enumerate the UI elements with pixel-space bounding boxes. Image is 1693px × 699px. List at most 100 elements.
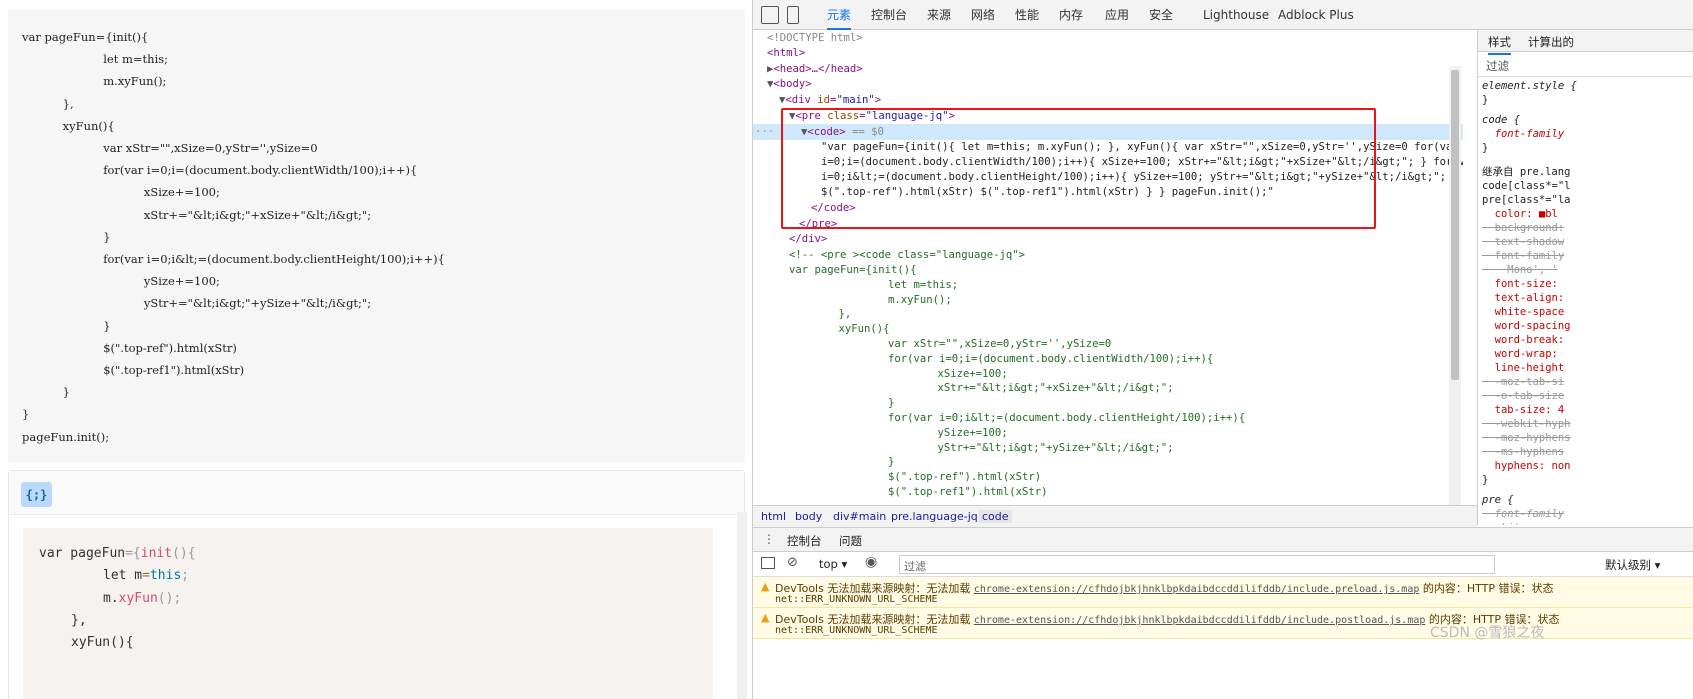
style-rule-line[interactable]: }	[1482, 142, 1488, 154]
tab-performance[interactable]: 性能	[1015, 0, 1039, 30]
comment-line: xyFun(){	[813, 323, 890, 336]
style-rule-line[interactable]: code[class*="l	[1482, 180, 1571, 192]
elements-scrollbar-thumb[interactable]	[1451, 70, 1459, 380]
dom-node[interactable]: <html>	[767, 47, 805, 59]
dom-node[interactable]: </div>	[789, 233, 827, 245]
devtools-tabbar: 元素 控制台 来源 网络 性能 内存 应用 安全 Lighthouse Adbl…	[753, 0, 1693, 30]
divider	[1478, 76, 1693, 77]
style-rule-line[interactable]: word-wrap:	[1482, 348, 1558, 360]
devtools-panel: 元素 控制台 来源 网络 性能 内存 应用 安全 Lighthouse Adbl…	[752, 0, 1693, 699]
style-rule-line[interactable]: code {	[1482, 114, 1520, 126]
code-line: }	[74, 318, 111, 333]
style-rule-line[interactable]: line-height	[1482, 362, 1565, 374]
tab-elements[interactable]: 元素	[827, 0, 852, 30]
dom-node[interactable]: <!DOCTYPE html>	[767, 32, 863, 44]
warning-detail: net::ERR_UNKNOWN_URL_SCHEME	[775, 594, 938, 605]
tab-lighthouse[interactable]: Lighthouse	[1203, 0, 1269, 30]
clear-console-icon[interactable]: ⊘	[787, 555, 798, 570]
code-line: xStr+="&lt;i&gt;"+xSize+"&lt;/i&gt;";	[100, 207, 372, 222]
style-rule-line[interactable]: tab-size: 4	[1482, 404, 1565, 416]
console-filter-input[interactable]: 过滤	[899, 555, 1495, 574]
tab-application[interactable]: 应用	[1105, 0, 1129, 30]
comment-line: $(".top-ref").html(xStr)	[837, 471, 1042, 484]
tab-sources[interactable]: 来源	[927, 0, 951, 30]
page-scrollbar[interactable]	[737, 512, 747, 699]
style-rule-line[interactable]: font-family	[1482, 250, 1565, 262]
tab-adblock-plus[interactable]: Adblock Plus	[1278, 0, 1354, 30]
comment-line: },	[813, 308, 852, 321]
style-rule-line[interactable]: -moz-hyphens	[1482, 432, 1571, 444]
style-rule-line[interactable]: 继承自 pre.lang	[1482, 164, 1570, 179]
device-toolbar-icon[interactable]	[787, 6, 799, 24]
code-line: }	[22, 407, 30, 422]
tab-computed[interactable]: 计算出的	[1528, 34, 1574, 50]
warning-link[interactable]: chrome-extension://cfhdojbkjhnklbpkdaibd…	[974, 584, 1420, 595]
drawer-tab-console[interactable]: 控制台	[787, 533, 822, 554]
code-line: },	[71, 613, 87, 628]
style-rule-line[interactable]: white-space	[1482, 522, 1565, 525]
comment-line: $(".top-ref1").html(xStr)	[837, 486, 1048, 498]
code-line: xSize+=100;	[100, 185, 220, 200]
style-rule-line[interactable]: -ms-hyphens	[1482, 446, 1565, 458]
style-rule-line[interactable]: }	[1482, 94, 1488, 106]
style-rule-line[interactable]: white-space	[1482, 306, 1565, 318]
code-toolbar: {;}	[9, 471, 744, 515]
styles-filter-input[interactable]: 过滤	[1486, 58, 1509, 74]
style-rule-line[interactable]: -webkit-hyph	[1482, 418, 1571, 430]
inspect-element-icon[interactable]	[761, 6, 779, 24]
tab-memory[interactable]: 内存	[1059, 0, 1083, 30]
dom-node[interactable]: ▼<div id="main">	[779, 94, 881, 106]
warning-link[interactable]: chrome-extension://cfhdojbkjhnklbpkdaibd…	[974, 615, 1426, 626]
style-rule-line[interactable]: color: ■bl	[1482, 208, 1558, 220]
style-rule-line[interactable]: font-family	[1482, 508, 1565, 520]
tab-security[interactable]: 安全	[1149, 0, 1173, 30]
style-rule-line[interactable]: -moz-tab-si	[1482, 376, 1565, 388]
more-icon[interactable]: ⋮	[763, 532, 775, 546]
tab-network[interactable]: 网络	[971, 0, 995, 30]
watermark: CSDN @雪狼之夜	[1430, 625, 1545, 641]
dom-node[interactable]: ▶<head>…</head>	[767, 63, 863, 75]
style-rule-line[interactable]: font-size:	[1482, 278, 1558, 290]
code-line: xyFun(){	[71, 635, 134, 650]
style-rule-line[interactable]: element.style {	[1482, 80, 1577, 92]
style-rule-line[interactable]: text-shadow	[1482, 236, 1565, 248]
code-line: }	[48, 385, 70, 400]
tab-styles[interactable]: 样式	[1488, 34, 1511, 55]
tab-console[interactable]: 控制台	[871, 0, 907, 30]
style-rule-line[interactable]: pre {	[1482, 494, 1514, 506]
breadcrumb: html body div#main pre.language-jq code	[753, 505, 1477, 527]
style-rule-line[interactable]: -o-tab-size	[1482, 390, 1565, 402]
code-line: for(var i=0;i=(document.body.clientWidth…	[74, 163, 418, 178]
style-rule-line[interactable]: pre[class*="la	[1482, 194, 1571, 206]
style-rule-line[interactable]: }	[1482, 474, 1488, 486]
comment-line: var pageFun={init(){	[789, 264, 917, 276]
breadcrumb-body[interactable]: body	[795, 510, 822, 523]
style-rule-line[interactable]: background:	[1482, 222, 1565, 234]
log-level-select[interactable]: 默认级别 ▾	[1605, 557, 1660, 573]
dom-node[interactable]: ▼<body>	[767, 78, 812, 90]
style-rule-line[interactable]: word-spacing	[1482, 320, 1571, 332]
style-rule-line[interactable]: hyphens: non	[1482, 460, 1571, 472]
style-rule-line[interactable]: Mono', '	[1482, 264, 1558, 276]
style-rule-line[interactable]: text-align:	[1482, 292, 1565, 304]
warning-detail: net::ERR_UNKNOWN_URL_SCHEME	[775, 625, 938, 636]
drawer-tab-issues[interactable]: 问题	[839, 533, 862, 549]
console-warning: ▲ DevTools 无法加载来源映射：无法加载 chrome-extensio…	[753, 608, 1693, 639]
breadcrumb-div-main[interactable]: div#main	[833, 510, 886, 523]
comment-node[interactable]: <!-- <pre ><code class="language-jq">	[789, 249, 1025, 261]
ellipsis-icon[interactable]: ···	[755, 126, 774, 138]
style-rule-line[interactable]: font-family	[1482, 128, 1565, 140]
context-select[interactable]: top ▾	[819, 557, 847, 571]
breadcrumb-code[interactable]: code	[979, 510, 1012, 523]
styles-pane: 样式 计算出的 过滤 element.style {} code { font-f…	[1477, 30, 1693, 525]
eye-icon[interactable]: ◉	[865, 554, 877, 570]
sidebar-toggle-icon[interactable]	[761, 557, 775, 569]
code-line: var pageFun={init(){	[39, 546, 196, 561]
comment-line: xStr+="&lt;i&gt;"+xSize+"&lt;/i&gt;";	[861, 382, 1174, 395]
breadcrumb-html[interactable]: html	[761, 510, 786, 523]
language-button[interactable]: {;}	[21, 482, 52, 507]
breadcrumb-pre[interactable]: pre.language-jq	[891, 510, 978, 523]
rendered-code-block: var pageFun={init(){ let m=this; m.xyFun…	[8, 10, 745, 462]
code-line: let m=this;	[103, 568, 190, 583]
style-rule-line[interactable]: word-break:	[1482, 334, 1565, 346]
